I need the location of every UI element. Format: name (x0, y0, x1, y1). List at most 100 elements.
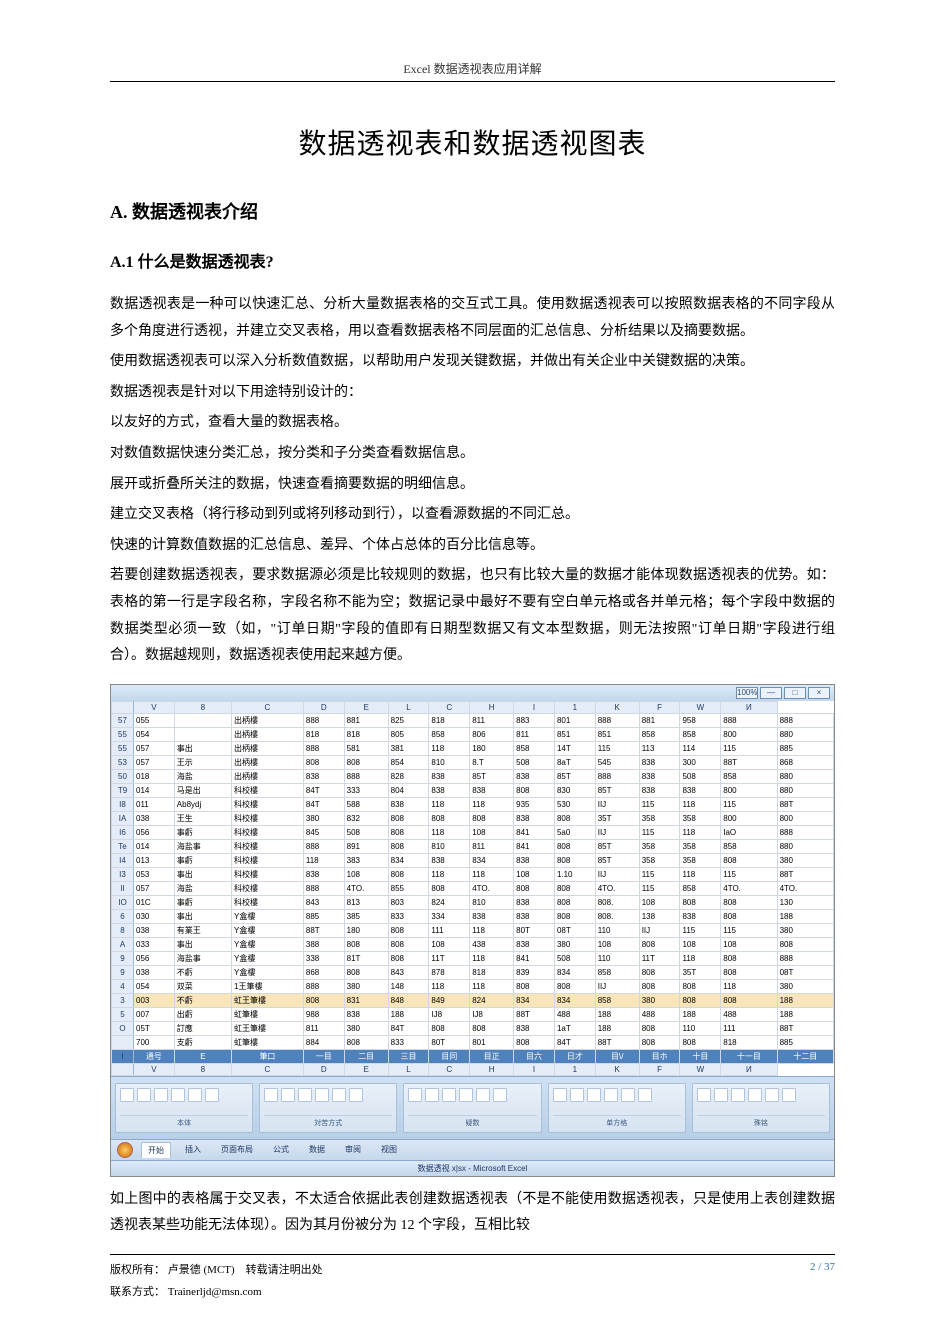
cell[interactable]: 808 (639, 979, 680, 993)
cell[interactable]: 115 (639, 867, 680, 881)
cell[interactable]: 出柄樓 (232, 713, 304, 727)
cell[interactable]: 科校樓 (232, 853, 304, 867)
cell[interactable]: 148 (388, 979, 429, 993)
cell[interactable]: 188 (777, 993, 833, 1007)
cell[interactable]: 11T (429, 951, 470, 965)
cell[interactable]: 5a0 (554, 825, 595, 839)
cell[interactable]: 834 (470, 853, 514, 867)
col-letter[interactable]: C (429, 701, 470, 713)
cell[interactable]: 854 (388, 755, 429, 769)
cell[interactable]: 108 (639, 895, 680, 909)
cell[interactable]: 057 (134, 881, 175, 895)
cell[interactable]: 858 (721, 839, 777, 853)
cell[interactable]: 800 (721, 783, 777, 797)
cell[interactable]: 868 (303, 965, 344, 979)
cell[interactable]: 885 (303, 909, 344, 923)
cell[interactable]: 380 (303, 811, 344, 825)
row-number[interactable]: 9 (112, 965, 134, 979)
cell[interactable]: 880 (777, 839, 833, 853)
cell[interactable]: 838 (514, 769, 555, 783)
cell[interactable]: 508 (344, 825, 388, 839)
cell[interactable]: 588 (344, 797, 388, 811)
row-number[interactable]: 5 (112, 1007, 134, 1021)
cell[interactable]: 843 (388, 965, 429, 979)
cell[interactable]: 808 (388, 825, 429, 839)
cell[interactable]: 057 (134, 755, 175, 769)
cell[interactable]: 385 (344, 909, 388, 923)
cell[interactable]: 838 (639, 755, 680, 769)
cell[interactable]: 054 (134, 979, 175, 993)
field-header[interactable]: 十目 (680, 1049, 721, 1063)
cell[interactable]: 海盐事 (174, 839, 231, 853)
cell[interactable]: 08T (777, 965, 833, 979)
cell[interactable]: 884 (303, 1035, 344, 1049)
cell[interactable]: 824 (470, 993, 514, 1007)
ribbon-icon[interactable] (425, 1088, 439, 1102)
cell[interactable]: 85T (470, 769, 514, 783)
row-number[interactable]: I6 (112, 825, 134, 839)
cell[interactable]: 808 (388, 811, 429, 825)
ribbon-icon[interactable] (570, 1088, 584, 1102)
cell[interactable]: 808 (554, 895, 595, 909)
cell[interactable]: 海盐 (174, 769, 231, 783)
cell[interactable]: 383 (344, 853, 388, 867)
ribbon-icon[interactable] (188, 1088, 202, 1102)
cell[interactable]: 188 (595, 1021, 639, 1035)
cell[interactable]: 888 (303, 741, 344, 755)
cell[interactable]: 388 (303, 937, 344, 951)
cell[interactable]: 810 (429, 755, 470, 769)
row-number[interactable] (112, 1035, 134, 1049)
cell[interactable]: 科校樓 (232, 839, 304, 853)
ribbon-icon[interactable] (697, 1088, 711, 1102)
cell[interactable]: 834 (514, 993, 555, 1007)
cell[interactable]: 888 (721, 713, 777, 727)
cell[interactable]: 4TO. (470, 881, 514, 895)
cell[interactable]: 出柄樓 (232, 769, 304, 783)
cell[interactable]: 808 (388, 951, 429, 965)
ribbon-icon[interactable] (765, 1088, 779, 1102)
cell[interactable]: 808 (721, 951, 777, 965)
cell[interactable]: 118 (470, 923, 514, 937)
cell[interactable]: 838 (514, 1021, 555, 1035)
ribbon-icon[interactable] (587, 1088, 601, 1102)
cell[interactable]: 818 (429, 713, 470, 727)
cell[interactable]: 808 (554, 909, 595, 923)
row-number[interactable]: 9 (112, 951, 134, 965)
cell[interactable]: IIJ (639, 923, 680, 937)
cell[interactable]: 支虧 (174, 1035, 231, 1049)
cell[interactable]: 700 (134, 1035, 175, 1049)
cell[interactable]: 033 (134, 937, 175, 951)
cell[interactable]: 108 (470, 825, 514, 839)
cell[interactable]: 王示 (174, 755, 231, 769)
cell[interactable]: 038 (134, 923, 175, 937)
cell[interactable]: 81T (344, 951, 388, 965)
cell[interactable]: 838 (680, 783, 721, 797)
cell[interactable]: 188 (680, 1007, 721, 1021)
field-header[interactable]: E (174, 1049, 231, 1063)
col-letter[interactable]: W (680, 701, 721, 713)
col-letter[interactable]: D (303, 701, 344, 713)
row-number[interactable]: T9 (112, 783, 134, 797)
cell[interactable] (174, 727, 231, 741)
cell[interactable]: 事虧 (174, 853, 231, 867)
cell[interactable]: 011 (134, 797, 175, 811)
cell[interactable]: 848 (388, 993, 429, 1007)
cell[interactable]: 888 (303, 979, 344, 993)
cell[interactable]: 虹王筆樓 (232, 1021, 304, 1035)
cell[interactable]: 488 (639, 1007, 680, 1021)
cell[interactable]: 出柄樓 (232, 755, 304, 769)
cell[interactable]: 808. (595, 895, 639, 909)
field-header[interactable]: 目正 (470, 1049, 514, 1063)
cell[interactable]: 4TO. (777, 881, 833, 895)
field-header[interactable]: 目ホ (639, 1049, 680, 1063)
cell[interactable]: 1aT (554, 1021, 595, 1035)
cell[interactable]: 488 (554, 1007, 595, 1021)
cell[interactable]: 841 (514, 839, 555, 853)
cell[interactable]: 841 (514, 825, 555, 839)
cell[interactable]: 830 (554, 783, 595, 797)
cell[interactable]: 808 (639, 1021, 680, 1035)
cell[interactable]: 808 (514, 881, 555, 895)
cell[interactable]: 4TO. (344, 881, 388, 895)
cell[interactable]: 530 (554, 797, 595, 811)
minimize-icon[interactable]: — (760, 687, 782, 699)
